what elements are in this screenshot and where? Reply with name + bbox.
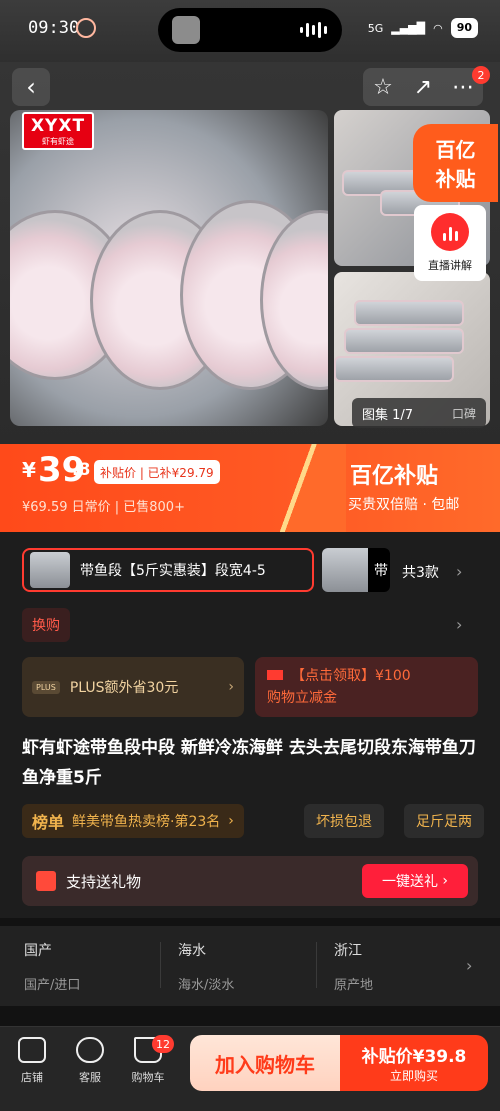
coupon-card[interactable]: 【点击领取】¥100 购物立减金 [255,657,478,717]
section-divider [0,1006,500,1026]
product-title: 虾有虾途带鱼段中段 新鲜冷冻海鲜 去头去尾切段东海带鱼刀鱼净重5斤 [22,738,476,788]
buy-now-price: 补贴价¥39.8 [361,1047,467,1067]
shop-label: 店铺 [21,1071,43,1084]
rank-label: 榜单 [32,813,65,832]
shop-button[interactable]: 店铺 [4,1037,60,1085]
attribute-origin-place: 浙江 原产地 [334,940,484,993]
favorite-button[interactable]: ☆ [363,68,403,106]
chevron-right-icon: › [466,956,473,975]
cart-label: 购物车 [131,1071,165,1084]
subsidy-price-tag: 补贴价 | 已补¥29.79 [94,460,220,484]
price-decimal: .8 [72,460,91,480]
price-bar: ¥ 39 .8 补贴价 | 已补¥29.79 ¥69.59 日常价 | 已售80… [0,444,500,532]
variant-other-label: 带 [374,563,388,579]
coupon-line2: 购物立减金 [267,690,337,706]
plus-badge: PLUS [32,680,60,694]
attribute-water-type: 海水 海水/淡水 [178,940,328,993]
variant-other-thumb [322,548,368,592]
service-label: 客服 [79,1071,101,1084]
notification-icon [76,18,96,38]
rank-badge[interactable]: 榜单 鲜美带鱼热卖榜·第23名 › [22,804,244,838]
chevron-right-icon[interactable]: › [456,615,462,634]
gift-row: 支持送礼物 一键送礼 › [22,856,478,906]
attribute-value: 浙江 [334,943,362,959]
gift-text: 支持送礼物 [66,872,142,891]
attribute-origin-type: 国产 国产/进口 [24,940,174,993]
variant-thumb [30,552,70,588]
back-arrow-icon: ‹ [26,73,36,101]
price-divider [276,444,346,532]
live-icon [431,213,469,251]
dynamic-island [158,8,342,52]
more-icon: ⋯ [452,74,474,100]
variant-selected[interactable]: 带鱼段【5斤实惠装】段宽4-5 [22,548,314,592]
status-bar: 09:30 5G ▂▄▆█ ◠ 90 [0,0,500,62]
chat-icon [76,1037,104,1063]
live-explain-button[interactable]: 直播讲解 [414,205,486,281]
live-label: 直播讲解 [428,259,472,272]
subsidy-badge[interactable]: 百亿 补贴 [413,124,498,202]
signal-icon: ▂▄▆█ [391,21,426,35]
media-thumb-icon [172,16,200,44]
rank-text: 鲜美带鱼热卖榜·第23名 [72,814,221,830]
subsidy-brand-sub: 买贵双倍赔 · 包邮 [348,497,460,513]
section-divider [0,918,500,926]
star-icon: ☆ [373,74,393,100]
cart-count-badge: 12 [152,1035,174,1053]
attribute-key: 国产/进口 [24,978,81,993]
chevron-right-icon[interactable]: › [456,562,462,581]
price-currency: ¥ [22,458,36,482]
chevron-right-icon: › [228,679,234,695]
exchange-button[interactable]: 换购 [22,608,70,642]
coupon-line1: 【点击领取】¥100 [291,668,411,684]
attribute-separator [316,942,317,988]
add-to-cart-button[interactable]: 加入购物车 [190,1035,340,1091]
attribute-row[interactable]: 国产 国产/进口 海水 海水/淡水 浙江 原产地 › [0,926,500,1006]
variant-other[interactable]: 带 [322,548,390,592]
gift-icon [36,871,56,891]
subsidy-badge-top: 百亿 [435,138,476,162]
audio-wave-icon [300,22,328,38]
customer-service-button[interactable]: 客服 [62,1037,118,1085]
daily-price: ¥69.59 日常价 | 已售800+ [22,500,185,515]
chevron-right-icon: › [228,813,234,829]
buy-now-button[interactable]: 补贴价¥39.8 立即购买 [340,1035,488,1091]
attribute-key: 原产地 [334,978,374,993]
send-gift-label: 一键送礼 [381,874,438,890]
subsidy-brand-title: 百亿补贴 [350,464,439,489]
gallery-counter[interactable]: 图集 1/7 口碑 [352,398,486,428]
gallery-counter-text: 图集 1/7 [362,407,414,423]
brand-logo: XYXT 虾有虾途 [22,112,94,150]
gallery-code-label: 口碑 [451,406,476,421]
wifi-icon: ◠ [433,21,443,35]
exchange-label: 换购 [32,618,60,634]
status-time: 09:30 [28,18,80,38]
service-pill-return[interactable]: 坏损包退 [304,804,384,838]
network-label: 5G [367,21,384,35]
buy-now-label: 立即购买 [389,1069,438,1083]
back-button[interactable]: ‹ [12,68,50,106]
variant-selected-label: 带鱼段【5斤实惠装】段宽4-5 [80,563,266,579]
status-icons: 5G ▂▄▆█ ◠ 90 [368,18,478,38]
battery-icon: 90 [450,18,478,38]
attribute-separator [160,942,161,988]
share-button[interactable]: ↗ [403,68,443,106]
main-product-image[interactable] [10,110,328,426]
more-badge: 2 [472,66,490,84]
plus-text: PLUS额外省30元 [69,680,179,696]
subsidy-badge-bottom: 补贴 [435,167,476,191]
send-gift-button[interactable]: 一键送礼 › [362,864,468,898]
attribute-value: 国产 [24,943,52,959]
share-icon: ↗ [413,74,433,100]
brand-logo-text: XYXT [30,115,86,136]
variant-total[interactable]: 共3款 [402,562,439,582]
service-pill-weight[interactable]: 足斤足两 [404,804,484,838]
brand-logo-subtext: 虾有虾途 [42,136,74,146]
shop-icon [18,1037,46,1063]
plus-savings[interactable]: PLUS PLUS额外省30元 › [22,657,244,717]
attribute-value: 海水 [178,943,206,959]
attribute-key: 海水/淡水 [178,978,235,993]
